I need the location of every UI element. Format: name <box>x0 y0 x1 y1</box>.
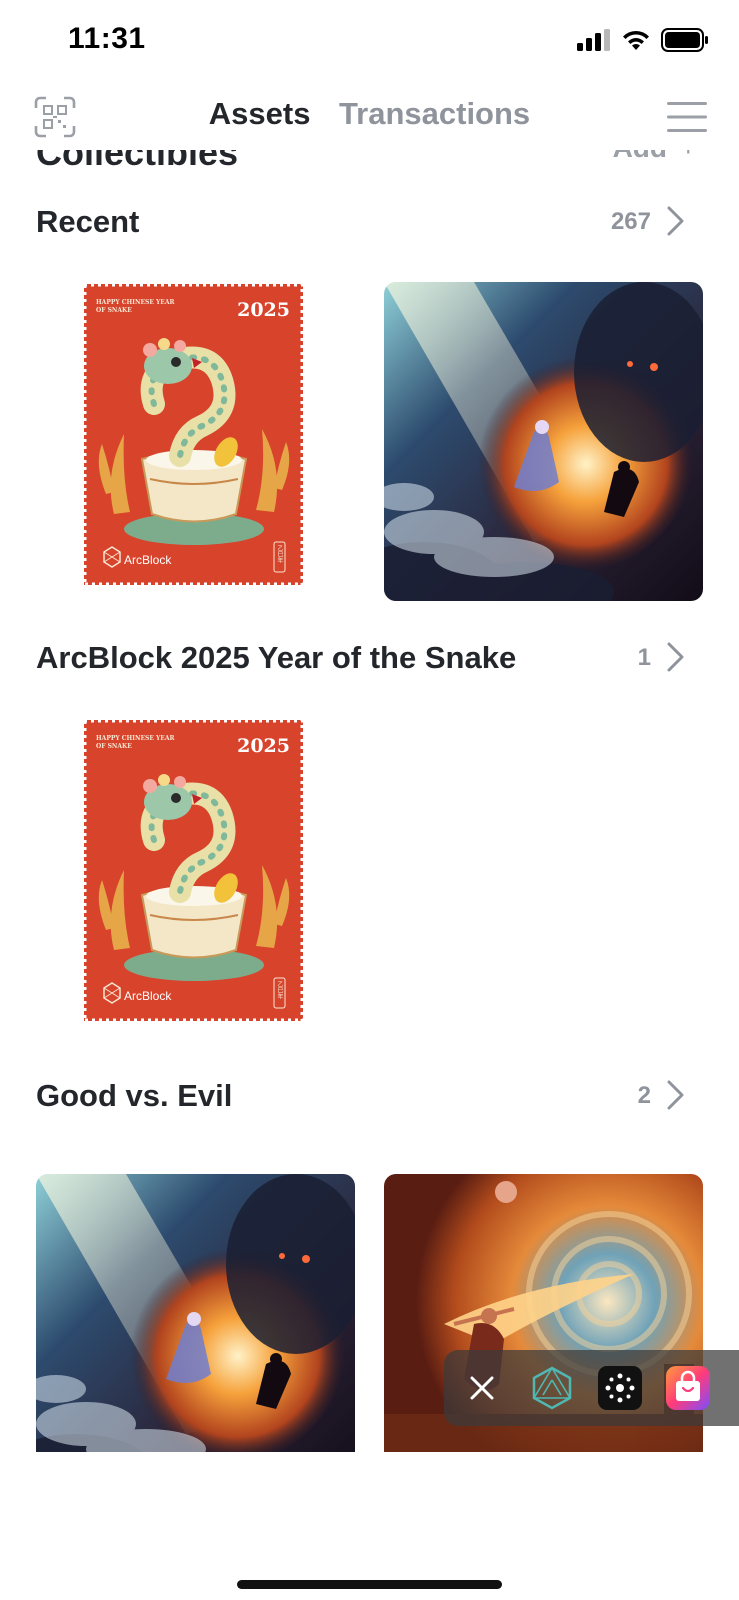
good-vs-evil-image <box>36 1174 355 1452</box>
good-vs-evil-image <box>384 282 703 601</box>
arcblock-logo-icon[interactable] <box>530 1366 574 1410</box>
stamp-caption-2: OF SNAKE <box>96 307 132 314</box>
status-icons <box>577 28 709 52</box>
section-header-recent[interactable]: Recent 267 <box>36 200 687 244</box>
section-title: Good vs. Evil <box>36 1078 233 1113</box>
add-collectible-button[interactable]: Add <box>613 150 667 164</box>
home-indicator <box>237 1580 502 1589</box>
section-count: 1 <box>637 644 651 671</box>
cellular-signal-icon <box>577 29 610 51</box>
section-header-good-vs-evil[interactable]: Good vs. Evil 2 <box>36 1074 687 1118</box>
snake-stamp-image: HAPPY CHINESE YEAR OF SNAKE 2025 ArcBloc… <box>81 281 306 588</box>
shopping-bag-icon[interactable] <box>666 1366 710 1410</box>
plus-icon[interactable]: + <box>679 150 697 164</box>
section-header-year-of-the-snake[interactable]: ArcBlock 2025 Year of the Snake 1 <box>36 636 687 680</box>
nft-card-good-vs-evil[interactable] <box>36 1174 355 1452</box>
section-count: 2 <box>637 1082 651 1109</box>
nft-card-good-vs-evil[interactable] <box>384 282 703 601</box>
chevron-right-icon[interactable] <box>665 1078 687 1112</box>
section-count: 267 <box>610 208 651 235</box>
stamp-year: 2025 <box>237 299 290 321</box>
battery-icon <box>661 28 708 52</box>
stamp-year: 2025 <box>237 735 290 757</box>
stamp-caption-1: HAPPY CHINESE YEAR <box>96 299 176 306</box>
collectibles-heading-row: Collectibles Add + <box>0 150 739 172</box>
wifi-icon <box>623 30 649 50</box>
section-title: Recent <box>36 204 140 239</box>
close-icon[interactable] <box>460 1366 504 1410</box>
section-title: ArcBlock 2025 Year of the Snake <box>36 640 517 675</box>
nft-card-snake-stamp[interactable]: HAPPY CHINESE YEAR OF SNAKE 2025 ArcBloc… <box>81 717 306 1024</box>
chevron-right-icon[interactable] <box>665 640 687 674</box>
collectibles-title: Collectibles <box>36 150 239 172</box>
asset-tabs: Assets Transactions <box>0 96 739 132</box>
stamp-seal: 乙巳年 <box>276 981 283 1000</box>
chevron-right-icon[interactable] <box>665 204 687 238</box>
status-time: 11:31 <box>68 22 146 55</box>
tab-assets[interactable]: Assets <box>209 96 311 132</box>
hamburger-menu-icon[interactable] <box>667 100 707 134</box>
stamp-caption-2: OF SNAKE <box>96 743 132 750</box>
stamp-brand: ArcBlock <box>124 553 172 567</box>
tab-transactions[interactable]: Transactions <box>339 96 530 132</box>
top-nav-header: Assets Transactions <box>0 80 739 150</box>
stamp-caption-1: HAPPY CHINESE YEAR <box>96 735 176 742</box>
floating-app-bar <box>444 1350 739 1426</box>
snake-stamp-image: HAPPY CHINESE YEAR OF SNAKE 2025 ArcBloc… <box>81 717 306 1024</box>
nft-card-snake-stamp[interactable]: HAPPY CHINESE YEAR OF SNAKE 2025 ArcBloc… <box>81 281 306 588</box>
dots-app-icon[interactable] <box>598 1366 642 1410</box>
stamp-brand: ArcBlock <box>124 989 172 1003</box>
status-bar: 11:31 <box>0 0 739 80</box>
stamp-seal: 乙巳年 <box>276 545 283 564</box>
